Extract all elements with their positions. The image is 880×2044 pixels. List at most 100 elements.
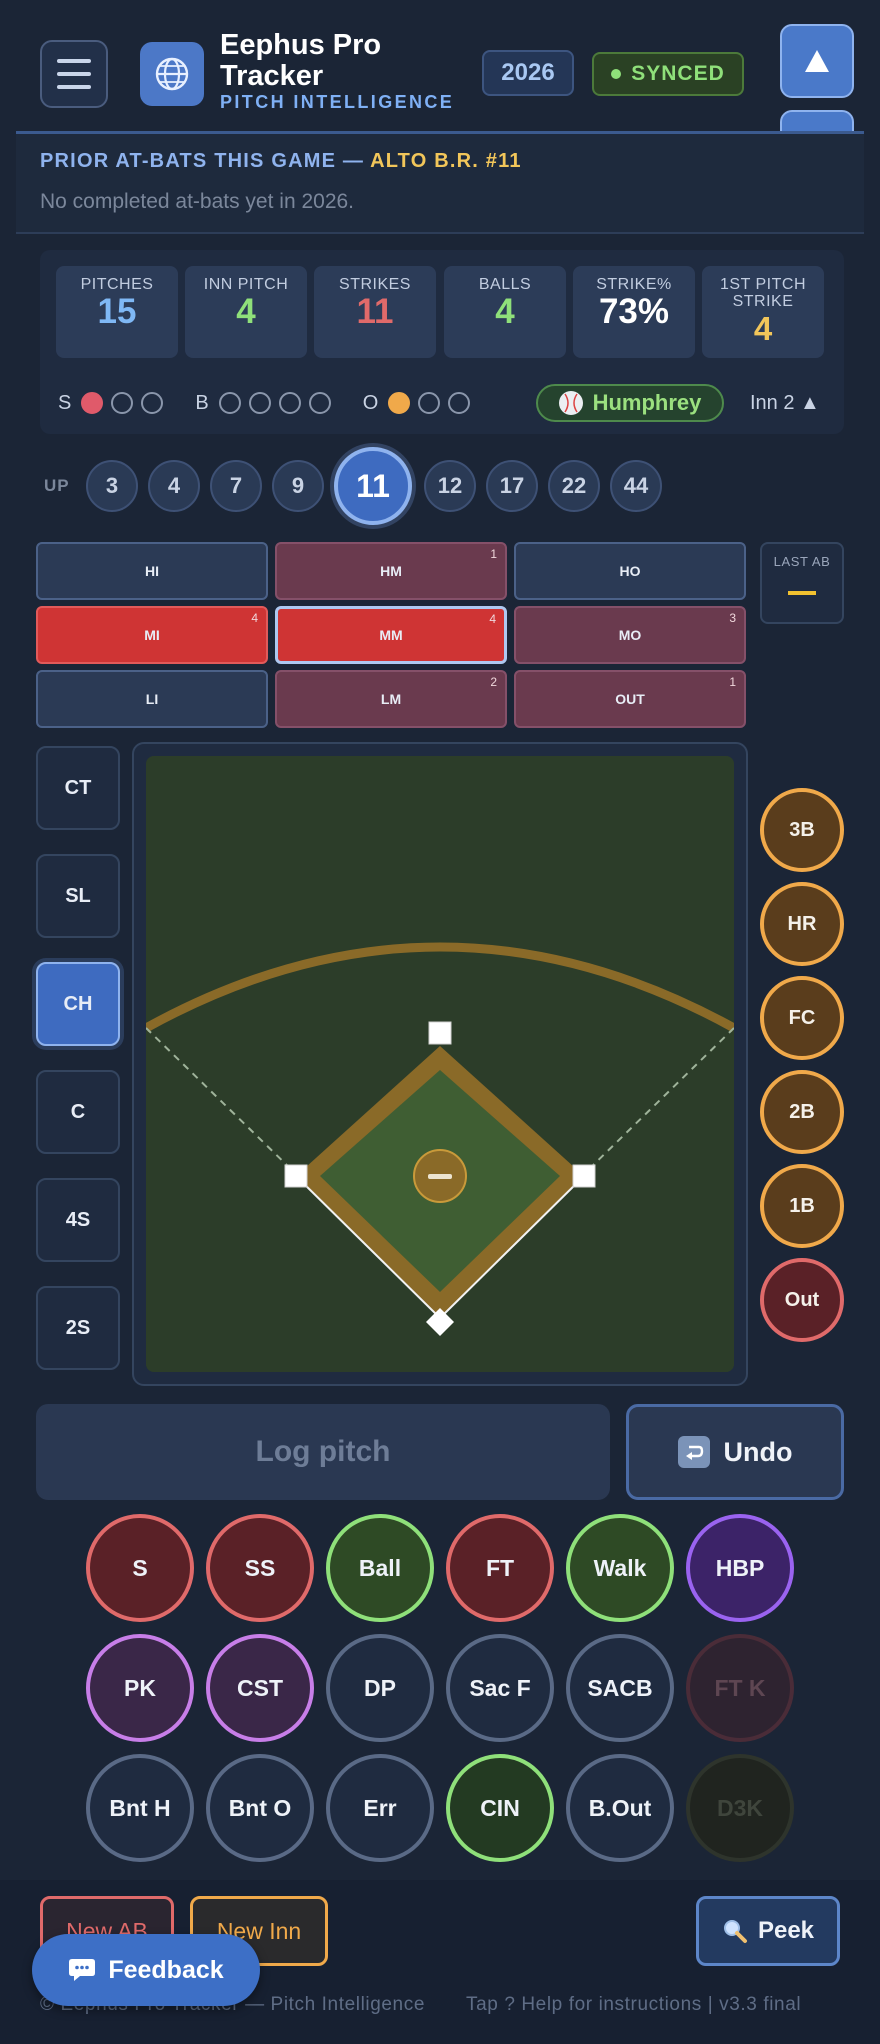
ball-dot: [218, 392, 241, 414]
lineup-batter-3[interactable]: 3: [86, 460, 138, 512]
outcome-ss[interactable]: SS: [206, 1514, 314, 1622]
lineup-batter-7[interactable]: 7: [210, 460, 262, 512]
pitcher-selector[interactable]: Humphrey: [536, 384, 724, 422]
zone-lm[interactable]: LM 2: [275, 670, 507, 728]
stat-value: 4: [495, 292, 515, 331]
log-pitch-button[interactable]: Log pitch: [36, 1404, 610, 1500]
third-base[interactable]: [284, 1164, 308, 1188]
strike-dot: [111, 392, 134, 414]
stat-label: INN PITCH: [203, 276, 289, 293]
lineup-batter-12[interactable]: 12: [424, 460, 476, 512]
sync-status-text: SYNCED: [631, 62, 725, 85]
outcome-sac-f[interactable]: Sac F: [446, 1634, 554, 1742]
outcome-cin[interactable]: CIN: [446, 1754, 554, 1862]
outcome-d3k[interactable]: D3K: [686, 1754, 794, 1862]
app-title: Eephus Pro Tracker: [220, 29, 382, 92]
pitching-rubber: [428, 1174, 452, 1179]
pitch-type-c[interactable]: C: [36, 1070, 120, 1154]
lineup-batter-11[interactable]: 11: [334, 447, 412, 525]
zone-label: OUT: [615, 691, 645, 707]
strike-dot: [141, 392, 164, 414]
hit-result-hr[interactable]: HR: [760, 882, 844, 966]
last-ab-value-dash: [788, 591, 816, 595]
zone-count: 4: [489, 612, 496, 626]
season-year-badge[interactable]: 2026: [482, 50, 574, 96]
outcome-ft-k[interactable]: FT K: [686, 1634, 794, 1742]
pitch-type-2s[interactable]: 2S: [36, 1286, 120, 1370]
globe-icon: [155, 57, 189, 91]
scroll-up-button[interactable]: [780, 24, 854, 98]
lineup-batter-44[interactable]: 44: [610, 460, 662, 512]
outcome-s[interactable]: S: [86, 1514, 194, 1622]
outcome-pk[interactable]: PK: [86, 1634, 194, 1742]
lineup-batter-22[interactable]: 22: [548, 460, 600, 512]
zone-label: HM: [380, 563, 402, 579]
hit-result-out[interactable]: Out: [760, 1258, 844, 1342]
outcome-dp[interactable]: DP: [326, 1634, 434, 1742]
zone-label: LI: [145, 691, 159, 707]
outcome-sacb[interactable]: SACB: [566, 1634, 674, 1742]
zone-count: 3: [729, 611, 736, 625]
hit-result-3b[interactable]: 3B: [760, 788, 844, 872]
zone-mi[interactable]: MI 4: [36, 606, 268, 664]
stat-card-pitches: PITCHES 15: [56, 266, 178, 358]
first-base[interactable]: [572, 1164, 596, 1188]
ball-dot: [278, 392, 301, 414]
undo-label: Undo: [723, 1436, 793, 1467]
strike-dots: [81, 392, 171, 414]
outcome-ft[interactable]: FT: [446, 1514, 554, 1622]
pitch-type-ct[interactable]: CT: [36, 746, 120, 830]
feedback-button[interactable]: Feedback: [32, 1934, 260, 2006]
zone-label: MM: [379, 627, 403, 643]
zone-li[interactable]: LI: [36, 670, 268, 728]
hit-result-1b[interactable]: 1B: [760, 1164, 844, 1248]
outcome-ball[interactable]: Ball: [326, 1514, 434, 1622]
outcome-bnt-h[interactable]: Bnt H: [86, 1754, 194, 1862]
out-dot: [448, 392, 471, 414]
stat-label: BALLS: [478, 276, 532, 293]
out-dot: [418, 392, 441, 414]
outcome-err[interactable]: Err: [326, 1754, 434, 1862]
zone-out[interactable]: OUT 1: [514, 670, 746, 728]
prior-at-bats-heading: PRIOR AT-BATS THIS GAME — ALTO B.R. #11: [40, 150, 522, 172]
stat-label: PITCHES: [80, 276, 154, 293]
zone-hi[interactable]: HI: [36, 542, 268, 600]
baseball-field[interactable]: [146, 756, 734, 1372]
menu-button[interactable]: [40, 40, 108, 108]
footer-help: Tap ? Help for instructions | v3.3 final: [466, 1994, 802, 2015]
outcome-b-out[interactable]: B.Out: [566, 1754, 674, 1862]
ball-dot: [308, 392, 331, 414]
outcome-bnt-o[interactable]: Bnt O: [206, 1754, 314, 1862]
peek-button[interactable]: Peek: [696, 1896, 840, 1966]
hit-result-2b[interactable]: 2B: [760, 1070, 844, 1154]
field-diagram: [146, 756, 734, 1372]
lineup-batter-17[interactable]: 17: [486, 460, 538, 512]
out-dots: [388, 392, 478, 414]
pitch-type-ch[interactable]: CH: [36, 962, 120, 1046]
pitch-type-4s[interactable]: 4S: [36, 1178, 120, 1262]
outcome-hbp[interactable]: HBP: [686, 1514, 794, 1622]
inning-indicator[interactable]: Inn 2 ▲: [750, 392, 820, 415]
zone-ho[interactable]: HO: [514, 542, 746, 600]
stat-value: 15: [97, 292, 137, 331]
second-base[interactable]: [428, 1021, 452, 1045]
stat-card-strike-: STRIKE% 73%: [573, 266, 695, 358]
outcome-walk[interactable]: Walk: [566, 1514, 674, 1622]
ball-dot: [248, 392, 271, 414]
stat-card-strikes: STRIKES 11: [314, 266, 436, 358]
zone-mm[interactable]: MM 4: [275, 606, 507, 664]
zone-hm[interactable]: HM 1: [275, 542, 507, 600]
stat-card-balls: BALLS 4: [444, 266, 566, 358]
strikes-label: S: [58, 391, 72, 414]
prior-at-bats-empty-message: No completed at-bats yet in 2026.: [40, 190, 355, 213]
undo-button[interactable]: Undo: [626, 1404, 844, 1500]
lineup-batter-4[interactable]: 4: [148, 460, 200, 512]
sync-dot-icon: [611, 69, 622, 79]
zone-mo[interactable]: MO 3: [514, 606, 746, 664]
stat-card-inn-pitch: INN PITCH 4: [185, 266, 307, 358]
pitch-type-sl[interactable]: SL: [36, 854, 120, 938]
zone-count: 1: [729, 675, 736, 689]
hit-result-fc[interactable]: FC: [760, 976, 844, 1060]
lineup-batter-9[interactable]: 9: [272, 460, 324, 512]
outcome-cst[interactable]: CST: [206, 1634, 314, 1742]
